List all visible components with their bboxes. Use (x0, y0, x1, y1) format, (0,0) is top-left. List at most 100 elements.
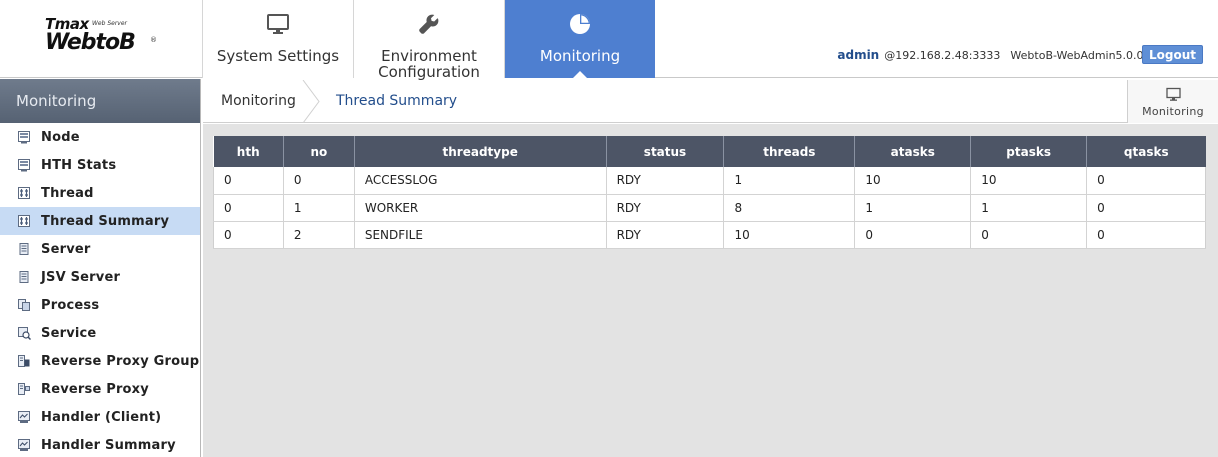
sidebar-item-handler-client[interactable]: Handler (Client) (0, 403, 200, 431)
monitor-icon (203, 12, 353, 38)
process-icon (16, 297, 32, 313)
hth-stats-icon (16, 157, 32, 173)
table-cell: 0 (1086, 194, 1206, 222)
column-header-qtasks[interactable]: qtasks (1086, 136, 1206, 167)
table-header-row: hth no threadtype status threads atasks … (213, 136, 1206, 167)
thread-summary-icon (16, 213, 32, 229)
column-header-atasks[interactable]: atasks (854, 136, 971, 167)
monitor-icon (1166, 87, 1181, 106)
sidebar-item-label: Reverse Proxy (41, 381, 149, 397)
tab-monitoring[interactable]: Monitoring (505, 0, 655, 78)
column-header-threads[interactable]: threads (723, 136, 855, 167)
sidebar-item-label: Process (41, 297, 100, 313)
table-cell: RDY (605, 194, 724, 222)
sidebar-item-jsv-server[interactable]: JSV Server (0, 263, 200, 291)
column-header-hth[interactable]: hth (213, 136, 284, 167)
server-icon (16, 241, 32, 257)
sidebar-item-node[interactable]: Node (0, 123, 200, 151)
table-cell: 10 (723, 221, 855, 249)
jsv-server-icon (16, 269, 32, 285)
sidebar-item-label: Reverse Proxy Group (41, 353, 200, 369)
table-cell: 0 (854, 221, 971, 249)
table-cell: 0 (213, 194, 284, 222)
sidebar-item-label: Node (41, 129, 80, 145)
wrench-icon (354, 12, 504, 38)
logout-button[interactable]: Logout (1142, 45, 1203, 64)
sidebar-item-reverse-proxy-group[interactable]: Reverse Proxy Group (0, 347, 200, 375)
tab-label: Monitoring (539, 47, 621, 65)
sidebar: Monitoring Node HTH Stats Thread Thread … (0, 79, 201, 457)
sidebar-item-reverse-proxy[interactable]: Reverse Proxy (0, 375, 200, 403)
monitoring-button[interactable]: Monitoring (1127, 80, 1218, 123)
column-header-ptasks[interactable]: ptasks (970, 136, 1087, 167)
user-host: @192.168.2.48:3333 (884, 48, 1001, 62)
sidebar-item-label: Thread (41, 185, 94, 201)
sidebar-item-server[interactable]: Server (0, 235, 200, 263)
active-tab-caret (573, 71, 587, 78)
sidebar-title: Monitoring (0, 79, 200, 123)
table-cell: 0 (213, 221, 284, 249)
logo-registered-mark: ® (150, 36, 157, 44)
thread-summary-table: hth no threadtype status threads atasks … (213, 136, 1206, 249)
sidebar-item-label: Server (41, 241, 91, 257)
sidebar-item-thread[interactable]: Thread (0, 179, 200, 207)
column-header-no[interactable]: no (282, 136, 355, 167)
sidebar-item-service[interactable]: Service (0, 319, 200, 347)
logo-brand-large: WebtoB (45, 30, 136, 55)
handler-summary-icon (16, 437, 32, 453)
handler-client-icon (16, 409, 32, 425)
table-row[interactable]: 0 2 SENDFILE RDY 10 0 0 0 (213, 221, 1206, 249)
tab-label: System Settings (216, 47, 340, 65)
sidebar-item-process[interactable]: Process (0, 291, 200, 319)
sidebar-item-label: Thread Summary (41, 213, 170, 229)
breadcrumb: Monitoring Thread Summary Monitoring (203, 79, 1218, 124)
table-cell: 10 (854, 167, 971, 195)
pie-chart-icon (505, 12, 655, 38)
user-info: admin @192.168.2.48:3333 WebtoB-WebAdmin… (837, 48, 1172, 62)
service-icon (16, 325, 32, 341)
sidebar-item-label: JSV Server (41, 269, 121, 285)
reverse-proxy-icon (16, 381, 32, 397)
sidebar-item-label: HTH Stats (41, 157, 117, 173)
webtob-logo[interactable]: Tmax Web Server WebtoB ® (0, 0, 203, 78)
breadcrumb-root[interactable]: Monitoring (221, 93, 296, 109)
table-row[interactable]: 0 1 WORKER RDY 8 1 1 0 (213, 194, 1206, 222)
thread-icon (16, 185, 32, 201)
table-cell: 1 (854, 194, 971, 222)
table-row[interactable]: 0 0 ACCESSLOG RDY 1 10 10 0 (213, 167, 1206, 195)
sidebar-item-label: Handler Summary (41, 437, 176, 453)
sidebar-item-handler-summary[interactable]: Handler Summary (0, 431, 200, 457)
table-cell: WORKER (353, 194, 607, 222)
table-cell: SENDFILE (353, 221, 607, 249)
reverse-proxy-group-icon (16, 353, 32, 369)
table-cell: 1 (970, 194, 1087, 222)
table-cell: 0 (282, 167, 355, 195)
table-cell: 10 (970, 167, 1087, 195)
logo-brand-tag: Web Server (92, 20, 128, 27)
table-cell: 2 (282, 221, 355, 249)
breadcrumb-current: Thread Summary (336, 93, 458, 109)
table-cell: 0 (970, 221, 1087, 249)
node-icon (16, 129, 32, 145)
column-header-status[interactable]: status (605, 136, 724, 167)
sidebar-item-thread-summary[interactable]: Thread Summary (0, 207, 200, 235)
table-cell: 0 (213, 167, 284, 195)
table-cell: ACCESSLOG (353, 167, 607, 195)
table-cell: 0 (1086, 167, 1206, 195)
sidebar-item-label: Service (41, 325, 97, 341)
top-header: Tmax Web Server WebtoB ® System Settings… (0, 0, 1218, 81)
tab-environment-configuration[interactable]: Environment Configuration (354, 0, 505, 81)
user-name[interactable]: admin (837, 48, 879, 62)
tab-system-settings[interactable]: System Settings (203, 0, 354, 78)
sidebar-item-hth-stats[interactable]: HTH Stats (0, 151, 200, 179)
column-header-threadtype[interactable]: threadtype (353, 136, 607, 167)
tab-label: Environment Configuration (378, 47, 480, 81)
content-area: hth no threadtype status threads atasks … (203, 124, 1218, 457)
table-cell: RDY (605, 167, 724, 195)
monitoring-button-label: Monitoring (1142, 105, 1204, 118)
sidebar-item-label: Handler (Client) (41, 409, 162, 425)
table-cell: RDY (605, 221, 724, 249)
table-cell: 8 (723, 194, 855, 222)
table-cell: 1 (723, 167, 855, 195)
table-cell: 1 (282, 194, 355, 222)
